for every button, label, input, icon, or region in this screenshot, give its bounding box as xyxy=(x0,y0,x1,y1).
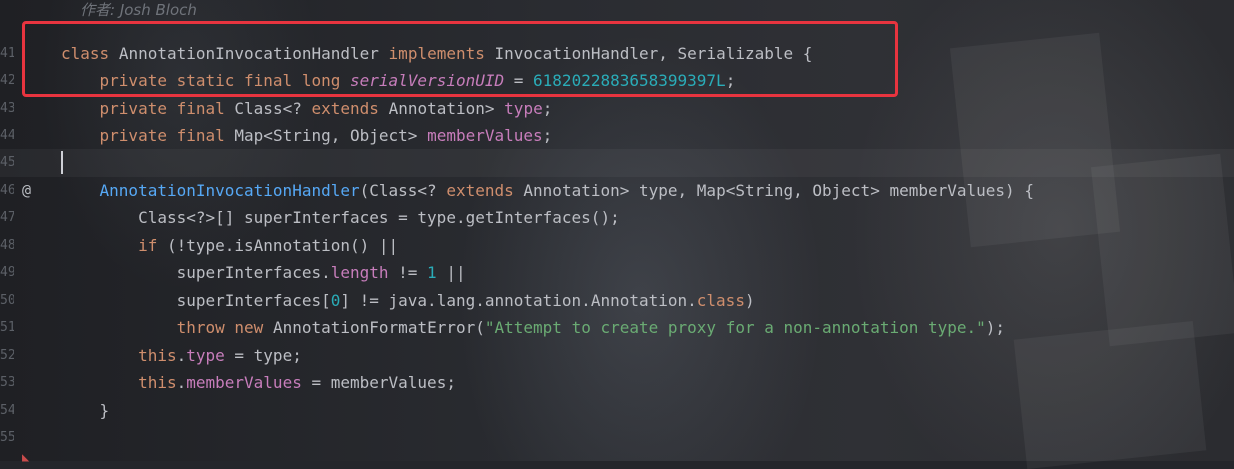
code-text: Annotation> xyxy=(388,99,495,118)
line-number: 50 xyxy=(0,293,14,308)
code-line[interactable]: if (!type.isAnnotation() || xyxy=(61,232,398,260)
line-number: 55 xyxy=(0,430,14,445)
keyword: class xyxy=(696,291,745,310)
line-number: 52 xyxy=(0,348,14,363)
code-text: superInterfaces. xyxy=(176,263,331,282)
code-text: . xyxy=(176,346,187,365)
code-line[interactable]: superInterfaces.length != 1 || xyxy=(61,259,466,287)
code-text: (!type.isAnnotation() || xyxy=(166,236,399,255)
number-literal: 0 xyxy=(330,291,341,310)
code-text: != xyxy=(388,263,428,282)
keyword: new xyxy=(234,318,264,337)
field-name: type xyxy=(186,346,225,365)
keyword: extends xyxy=(446,181,514,200)
keyword: extends xyxy=(311,99,379,118)
annotation-highlight-box xyxy=(22,21,898,97)
code-line[interactable]: private final Class<? extends Annotation… xyxy=(61,95,553,123)
line-number: 44 xyxy=(0,128,14,143)
line-number: 48 xyxy=(0,238,14,253)
number-literal: 1 xyxy=(427,263,437,282)
keyword: private final xyxy=(99,126,225,145)
code-text: = type; xyxy=(224,346,302,365)
keyword: this xyxy=(138,373,177,392)
line-number: 51 xyxy=(0,320,14,335)
code-text: = memberValues; xyxy=(301,373,456,392)
code-text: AnnotationFormatError( xyxy=(272,318,485,337)
code-text: Map<String, Object> xyxy=(234,126,418,145)
field-name: length xyxy=(330,263,389,282)
code-text: Annotation> type, Map<String, Object> me… xyxy=(523,181,1034,200)
code-text: ] != java.lang.annotation.Annotation. xyxy=(340,291,697,310)
line-number: 49 xyxy=(0,265,14,280)
code-line[interactable]: private final Map<String, Object> member… xyxy=(61,122,553,150)
current-line-highlight xyxy=(0,149,1234,177)
line-number: 46 xyxy=(0,183,14,198)
code-text: . xyxy=(176,373,187,392)
code-text: superInterfaces[ xyxy=(176,291,331,310)
code-text: ; xyxy=(542,126,553,145)
code-text: Class<? xyxy=(234,99,302,118)
line-number: 54 xyxy=(0,403,14,418)
line-number: 47 xyxy=(0,210,14,225)
override-gutter-icon[interactable]: @ xyxy=(22,176,31,204)
code-line[interactable]: AnnotationInvocationHandler(Class<? exte… xyxy=(61,177,1034,205)
line-number: 45 xyxy=(0,155,14,170)
line-number: 41 xyxy=(0,46,14,61)
keyword: throw xyxy=(176,318,225,337)
constructor-name: AnnotationInvocationHandler xyxy=(99,181,360,200)
line-number: 53 xyxy=(0,375,14,390)
field-name: memberValues xyxy=(186,373,302,392)
keyword: if xyxy=(138,236,158,255)
code-text: Class<?>[] superInterfaces = type.getInt… xyxy=(138,208,620,227)
code-text: (Class<? xyxy=(359,181,437,200)
code-line[interactable]: this.memberValues = memberValues; xyxy=(61,369,456,397)
code-line[interactable]: this.type = type; xyxy=(61,342,302,370)
code-text: ; xyxy=(542,99,553,118)
keyword: this xyxy=(138,346,177,365)
field-name: memberValues xyxy=(427,126,543,145)
code-text: } xyxy=(99,401,110,420)
text-caret xyxy=(61,151,63,174)
code-text: ) xyxy=(744,291,755,310)
string-literal: "Attempt to create proxy for a non-annot… xyxy=(484,318,986,337)
code-editor[interactable]: 41 42 43 44 45 46 47 48 49 50 51 52 53 5… xyxy=(0,0,1234,463)
keyword: private final xyxy=(99,99,225,118)
field-name: type xyxy=(504,99,543,118)
code-text: ); xyxy=(985,318,1006,337)
code-line[interactable]: Class<?>[] superInterfaces = type.getInt… xyxy=(61,204,620,232)
line-number: 42 xyxy=(0,73,14,88)
code-line[interactable]: throw new AnnotationFormatError("Attempt… xyxy=(61,314,1005,342)
code-text: || xyxy=(436,263,466,282)
line-number-gutter[interactable]: 41 42 43 44 45 46 47 48 49 50 51 52 53 5… xyxy=(0,0,14,461)
line-number: 43 xyxy=(0,101,14,116)
code-line[interactable]: } xyxy=(61,397,110,425)
code-line[interactable]: superInterfaces[0] != java.lang.annotati… xyxy=(61,287,755,315)
